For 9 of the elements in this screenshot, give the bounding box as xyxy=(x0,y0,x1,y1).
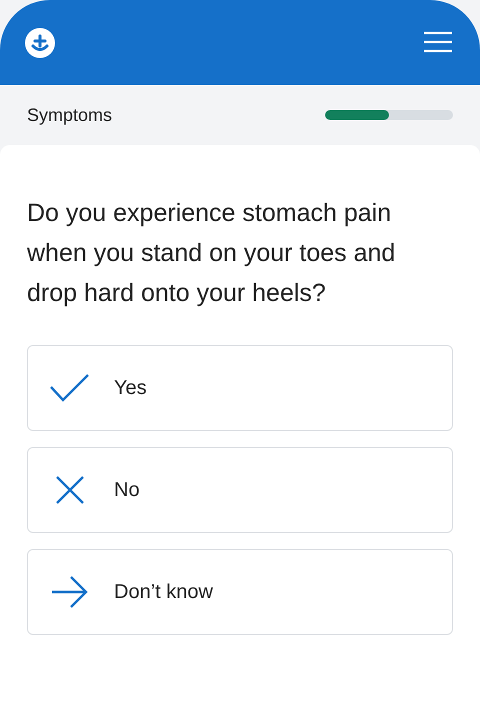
question-text: Do you experience stomach pain when you stand on your toes and drop hard onto your heels? xyxy=(27,198,396,309)
answer-option[interactable]: Yes xyxy=(27,345,453,431)
logo-icon xyxy=(24,26,56,58)
section-title: Symptoms xyxy=(27,104,112,126)
arrow-icon xyxy=(50,576,90,608)
menu-icon[interactable] xyxy=(424,30,452,52)
check-icon xyxy=(50,373,90,403)
answer-option[interactable]: No xyxy=(27,447,453,533)
answer-option[interactable]: Don’t know xyxy=(27,549,453,635)
